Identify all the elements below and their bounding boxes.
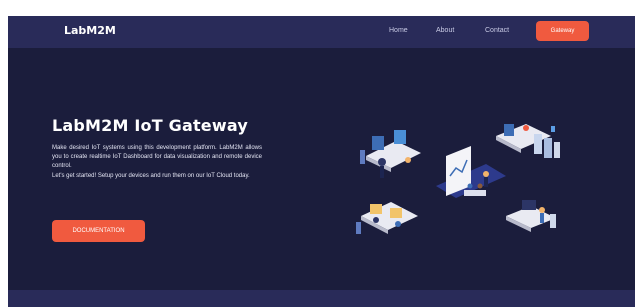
- desk-cluster-bottom-right-icon: [506, 200, 556, 232]
- bottom-section-band: [8, 290, 635, 307]
- documentation-button[interactable]: DOCUMENTATION: [52, 220, 145, 242]
- presentation-board-icon: [436, 146, 506, 198]
- page-frame: LabM2M Home About Contact Gateway LabM2M…: [8, 16, 635, 307]
- navbar: LabM2M Home About Contact Gateway: [8, 16, 635, 48]
- isometric-office-illustration: [356, 124, 560, 234]
- desk-cluster-bottom-left-icon: [356, 202, 418, 234]
- hero-paragraph-1: Make desired IoT systems using this deve…: [52, 145, 262, 170]
- nav-link-contact[interactable]: Contact: [485, 27, 509, 34]
- hero-description: Make desired IoT systems using this deve…: [52, 144, 262, 181]
- desk-cluster-top-left-icon: [360, 130, 421, 178]
- hero-paragraph-2: Let's get started! Setup your devices an…: [52, 172, 250, 179]
- nav-link-about[interactable]: About: [436, 27, 454, 34]
- brand-logo[interactable]: LabM2M: [64, 24, 116, 37]
- server-cluster-top-right-icon: [496, 124, 560, 158]
- hero-title: LabM2M IoT Gateway: [52, 116, 248, 135]
- nav-link-home[interactable]: Home: [389, 27, 408, 34]
- gateway-button[interactable]: Gateway: [536, 21, 589, 41]
